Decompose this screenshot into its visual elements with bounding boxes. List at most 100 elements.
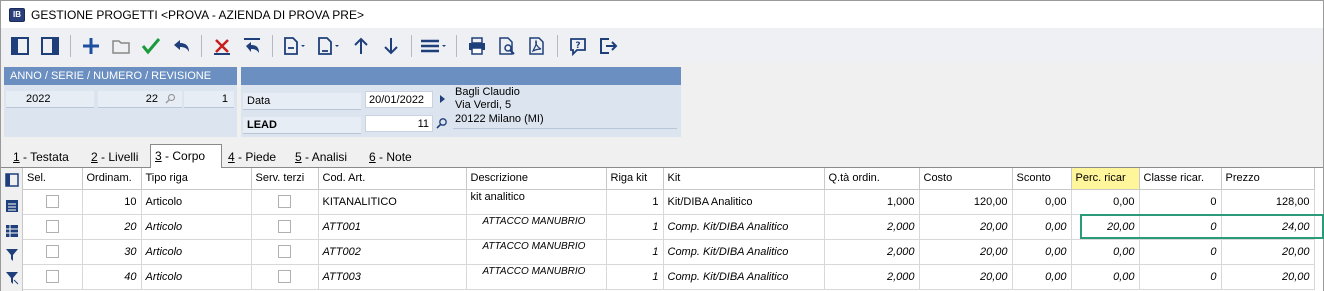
table-row[interactable]: 20 Articolo ATT001 ATTACCO MANUBRIO 1 Co…: [23, 214, 1315, 240]
cell-sconto[interactable]: 0,00: [1012, 264, 1072, 290]
col-header[interactable]: Tipo riga: [141, 168, 252, 190]
revert-icon[interactable]: [237, 31, 267, 61]
serv-terzi-checkbox[interactable]: [278, 195, 291, 208]
cell-perc-ricar[interactable]: 0,00: [1071, 239, 1140, 265]
cell-cod-art[interactable]: KITANALITICO: [318, 189, 467, 215]
search-icon[interactable]: [165, 93, 176, 107]
serv-terzi-checkbox[interactable]: [278, 245, 291, 258]
print-preview-icon[interactable]: [492, 31, 522, 61]
col-header[interactable]: Ordinam.: [82, 168, 142, 190]
list-icon[interactable]: [5, 199, 19, 213]
cell-tipo-riga[interactable]: Articolo: [141, 239, 252, 265]
col-header[interactable]: Classe ricar.: [1139, 168, 1222, 190]
cell-riga-kit[interactable]: 1: [606, 189, 664, 215]
panel-left-icon[interactable]: [5, 31, 35, 61]
table-row[interactable]: 40 Articolo ATT003 ATTACCO MANUBRIO 1 Co…: [23, 264, 1315, 290]
cell-perc-ricar[interactable]: 0,00: [1071, 264, 1140, 290]
col-header[interactable]: Descrizione: [466, 168, 607, 190]
cell-cod-art[interactable]: ATT001: [318, 214, 467, 240]
cell-cod-art[interactable]: ATT003: [318, 264, 467, 290]
cell-classe-ricar[interactable]: 0: [1139, 264, 1222, 290]
cell-ordinam[interactable]: 10: [82, 189, 142, 215]
pdf-icon[interactable]: [522, 31, 552, 61]
col-header[interactable]: Riga kit: [606, 168, 664, 190]
tab-analisi[interactable]: 5 - Analisi: [291, 147, 351, 167]
cell-cod-art[interactable]: ATT002: [318, 239, 467, 265]
cell-qta[interactable]: 1,000: [824, 189, 920, 215]
col-header[interactable]: Kit: [663, 168, 825, 190]
col-header[interactable]: Costo: [919, 168, 1013, 190]
cell-riga-kit[interactable]: 1: [606, 214, 664, 240]
cell-qta[interactable]: 2,000: [824, 214, 920, 240]
cell-descrizione[interactable]: ATTACCO MANUBRIO: [466, 264, 607, 290]
cell-kit[interactable]: Comp. Kit/DIBA Analitico: [663, 239, 825, 265]
menu-icon[interactable]: [417, 31, 451, 61]
data-input[interactable]: 20/01/2022: [365, 91, 433, 108]
cell-sconto[interactable]: 0,00: [1012, 189, 1072, 215]
cell-kit[interactable]: Comp. Kit/DIBA Analitico: [663, 214, 825, 240]
document-icon[interactable]: [312, 31, 346, 61]
cell-classe-ricar[interactable]: 0: [1139, 189, 1222, 215]
cell-descrizione[interactable]: kit analitico: [466, 189, 607, 215]
cell-prezzo[interactable]: 24,00: [1221, 214, 1315, 240]
cell-prezzo[interactable]: 20,00: [1221, 239, 1315, 265]
anno-field[interactable]: 2022: [6, 91, 94, 108]
exit-icon[interactable]: [593, 31, 623, 61]
cell-costo[interactable]: 120,00: [919, 189, 1013, 215]
cell-costo[interactable]: 20,00: [919, 264, 1013, 290]
cell-kit[interactable]: Comp. Kit/DIBA Analitico: [663, 264, 825, 290]
select-checkbox[interactable]: [45, 270, 59, 283]
cell-descrizione[interactable]: ATTACCO MANUBRIO: [466, 214, 607, 240]
undo-icon[interactable]: [166, 31, 196, 61]
tab-piede[interactable]: 4 - Piede: [224, 147, 280, 167]
cell-riga-kit[interactable]: 1: [606, 239, 664, 265]
add-icon[interactable]: [76, 31, 106, 61]
select-checkbox[interactable]: [45, 245, 59, 258]
lead-input[interactable]: 11: [365, 115, 433, 132]
open-folder-icon[interactable]: [106, 31, 136, 61]
document-new-icon[interactable]: [278, 31, 312, 61]
revisione-field[interactable]: 1: [184, 91, 234, 108]
cell-sconto[interactable]: 0,00: [1012, 214, 1072, 240]
serv-terzi-checkbox[interactable]: [278, 270, 291, 283]
col-header[interactable]: Sel.: [23, 168, 83, 190]
tab-corpo[interactable]: 3 - Corpo: [150, 144, 222, 168]
cell-perc-ricar[interactable]: 20,00: [1071, 214, 1140, 240]
cell-tipo-riga[interactable]: Articolo: [141, 264, 252, 290]
cell-tipo-riga[interactable]: Articolo: [141, 214, 252, 240]
col-header[interactable]: Sconto: [1012, 168, 1072, 190]
filter-remove-icon[interactable]: [5, 271, 19, 285]
tab-note[interactable]: 6 - Note: [365, 147, 416, 167]
select-checkbox[interactable]: [45, 220, 59, 233]
cell-classe-ricar[interactable]: 0: [1139, 214, 1222, 240]
lead-search-icon[interactable]: [436, 117, 448, 132]
arrow-up-icon[interactable]: [346, 31, 376, 61]
grid-view-icon[interactable]: [5, 173, 19, 187]
filter-icon[interactable]: [5, 248, 19, 262]
col-header[interactable]: Prezzo: [1221, 168, 1315, 190]
cell-prezzo[interactable]: 128,00: [1221, 189, 1315, 215]
tab-livelli[interactable]: 2 - Livelli: [87, 147, 142, 167]
date-next-icon[interactable]: [437, 93, 447, 108]
cell-ordinam[interactable]: 20: [82, 214, 142, 240]
tab-testata[interactable]: 1 - Testata: [9, 147, 73, 167]
cell-costo[interactable]: 20,00: [919, 239, 1013, 265]
delete-icon[interactable]: [207, 31, 237, 61]
cell-perc-ricar[interactable]: 0,00: [1071, 189, 1140, 215]
table-icon[interactable]: [5, 224, 19, 238]
cell-prezzo[interactable]: 20,00: [1221, 264, 1315, 290]
cell-sconto[interactable]: 0,00: [1012, 239, 1072, 265]
panel-right-icon[interactable]: [35, 31, 65, 61]
cell-riga-kit[interactable]: 1: [606, 264, 664, 290]
cell-ordinam[interactable]: 30: [82, 239, 142, 265]
cell-classe-ricar[interactable]: 0: [1139, 239, 1222, 265]
cell-kit[interactable]: Kit/DIBA Analitico: [663, 189, 825, 215]
select-checkbox[interactable]: [45, 195, 59, 208]
cell-ordinam[interactable]: 40: [82, 264, 142, 290]
arrow-down-icon[interactable]: [376, 31, 406, 61]
col-header[interactable]: Q.tà ordin.: [824, 168, 920, 190]
cell-costo[interactable]: 20,00: [919, 214, 1013, 240]
table-row[interactable]: 30 Articolo ATT002 ATTACCO MANUBRIO 1 Co…: [23, 239, 1315, 265]
col-header-highlighted[interactable]: Perc. ricar: [1071, 168, 1140, 190]
col-header[interactable]: Serv. terzi: [251, 168, 319, 190]
